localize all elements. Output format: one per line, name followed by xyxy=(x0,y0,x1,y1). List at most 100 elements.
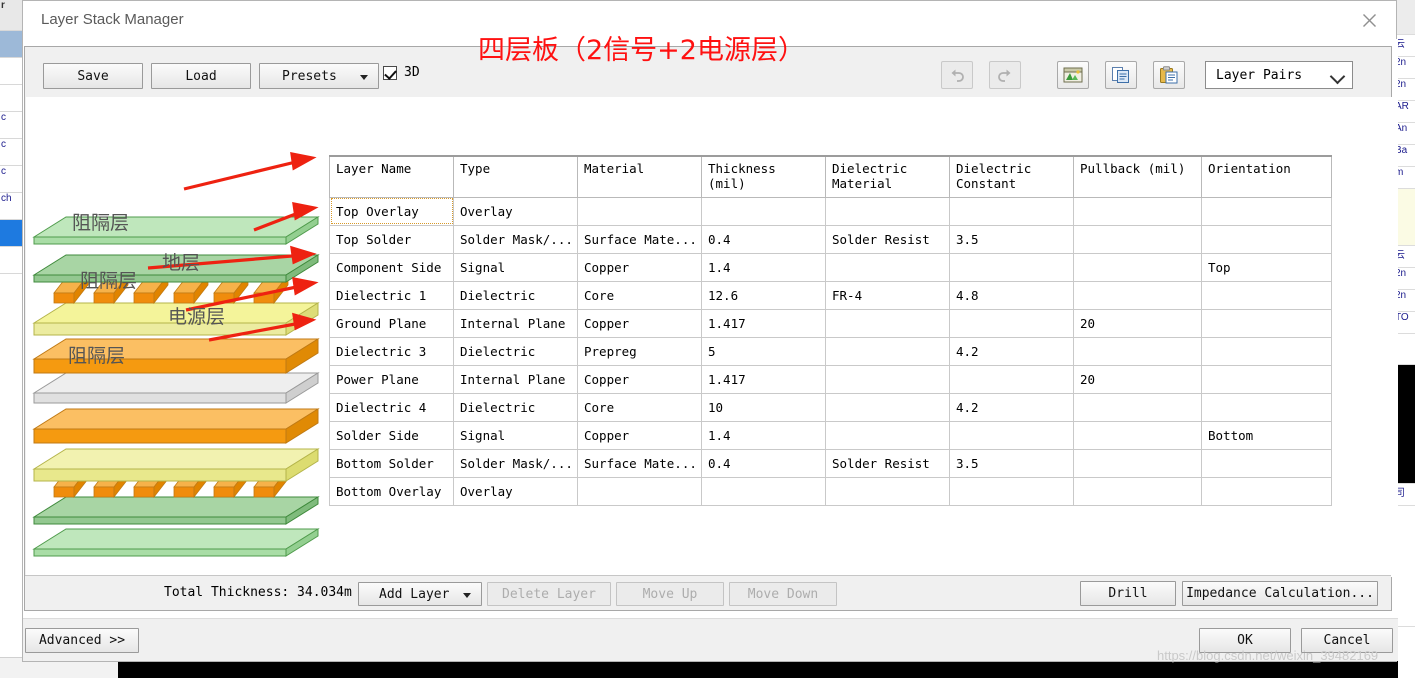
paste-icon[interactable] xyxy=(1153,61,1185,89)
cell-name[interactable]: Dielectric 1 xyxy=(329,280,454,310)
cell-diel_constant[interactable]: 4.2 xyxy=(949,336,1074,366)
cell-type[interactable]: Internal Plane xyxy=(453,364,578,394)
cell-orientation[interactable]: Bottom xyxy=(1201,420,1332,450)
cell-type[interactable]: Solder Mask/... xyxy=(453,224,578,254)
cell-name[interactable]: Dielectric 4 xyxy=(329,392,454,422)
column-header-layer-name[interactable]: Layer Name xyxy=(329,155,454,198)
table-row[interactable]: Top Overlay Overlay xyxy=(329,196,1332,226)
cell-diel_constant[interactable]: 3.5 xyxy=(949,224,1074,254)
cell-diel_material[interactable]: Solder Resist xyxy=(825,448,950,478)
cell-pullback[interactable] xyxy=(1073,280,1202,310)
cell-orientation[interactable] xyxy=(1201,196,1332,226)
cell-type[interactable]: Overlay xyxy=(453,196,578,226)
cell-type[interactable]: Solder Mask/... xyxy=(453,448,578,478)
cancel-button[interactable]: Cancel xyxy=(1301,628,1393,653)
cell-material[interactable]: Copper xyxy=(577,364,702,394)
cell-diel_material[interactable]: Solder Resist xyxy=(825,224,950,254)
cell-diel_constant[interactable]: 4.2 xyxy=(949,392,1074,422)
cell-name[interactable]: Dielectric 3 xyxy=(329,336,454,366)
cell-type[interactable]: Internal Plane xyxy=(453,308,578,338)
cell-diel_constant[interactable]: 4.8 xyxy=(949,280,1074,310)
cell-diel_material[interactable] xyxy=(825,420,950,450)
cell-thickness[interactable]: 1.417 xyxy=(701,308,826,338)
cell-type[interactable]: Dielectric xyxy=(453,280,578,310)
cell-orientation[interactable] xyxy=(1201,336,1332,366)
cell-pullback[interactable] xyxy=(1073,224,1202,254)
cell-material[interactable] xyxy=(577,476,702,506)
cell-name[interactable]: Ground Plane xyxy=(329,308,454,338)
cell-pullback[interactable] xyxy=(1073,476,1202,506)
cell-thickness[interactable] xyxy=(701,196,826,226)
cell-diel_constant[interactable] xyxy=(949,252,1074,282)
cell-name[interactable]: Top Overlay xyxy=(329,196,454,226)
cell-pullback[interactable] xyxy=(1073,196,1202,226)
drill-button[interactable]: Drill xyxy=(1080,581,1176,606)
table-row[interactable]: Bottom Solder Solder Mask/... Surface Mate… xyxy=(329,448,1332,478)
copy-icon[interactable] xyxy=(1105,61,1137,89)
cell-thickness[interactable]: 1.4 xyxy=(701,420,826,450)
cell-name[interactable]: Power Plane xyxy=(329,364,454,394)
cell-type[interactable]: Dielectric xyxy=(453,336,578,366)
table-row[interactable]: Top Solder Solder Mask/... Surface Mate...… xyxy=(329,224,1332,254)
cell-diel_constant[interactable] xyxy=(949,420,1074,450)
cell-thickness[interactable]: 12.6 xyxy=(701,280,826,310)
cell-pullback[interactable] xyxy=(1073,336,1202,366)
cell-orientation[interactable] xyxy=(1201,364,1332,394)
cell-name[interactable]: Component Side xyxy=(329,252,454,282)
cell-diel_constant[interactable]: 3.5 xyxy=(949,448,1074,478)
layer-table-container[interactable]: Layer Name Type Material Thickness (mil)… xyxy=(328,97,1392,577)
cell-name[interactable]: Solder Side xyxy=(329,420,454,450)
cell-diel_material[interactable] xyxy=(825,196,950,226)
column-header-thickness[interactable]: Thickness (mil) xyxy=(701,155,826,198)
stack-3d-preview[interactable]: 阻隔层 地层 阻隔层 电源层 阻隔层 xyxy=(26,97,329,577)
cell-orientation[interactable] xyxy=(1201,224,1332,254)
cell-material[interactable]: Surface Mate... xyxy=(577,224,702,254)
cell-pullback[interactable] xyxy=(1073,252,1202,282)
table-row[interactable]: Component Side Signal Copper 1.4 Top xyxy=(329,252,1332,282)
cell-pullback[interactable] xyxy=(1073,392,1202,422)
cell-name[interactable]: Bottom Overlay xyxy=(329,476,454,506)
cell-thickness[interactable]: 0.4 xyxy=(701,448,826,478)
column-header-material[interactable]: Material xyxy=(577,155,702,198)
cell-thickness[interactable]: 10 xyxy=(701,392,826,422)
cell-name[interactable]: Bottom Solder xyxy=(329,448,454,478)
advanced-button[interactable]: Advanced >> xyxy=(25,628,139,653)
cell-orientation[interactable]: Top xyxy=(1201,252,1332,282)
undo-icon[interactable] xyxy=(941,61,973,89)
cell-diel_constant[interactable] xyxy=(949,308,1074,338)
table-row[interactable]: Dielectric 3 Dielectric Prepreg 5 4.2 xyxy=(329,336,1332,366)
cell-pullback[interactable] xyxy=(1073,448,1202,478)
ok-button[interactable]: OK xyxy=(1199,628,1291,653)
cell-pullback[interactable]: 20 xyxy=(1073,364,1202,394)
cell-diel_material[interactable] xyxy=(825,252,950,282)
cell-thickness[interactable] xyxy=(701,476,826,506)
cell-diel_material[interactable] xyxy=(825,308,950,338)
import-image-icon[interactable] xyxy=(1057,61,1089,89)
cell-thickness[interactable]: 5 xyxy=(701,336,826,366)
cell-material[interactable]: Core xyxy=(577,392,702,422)
cell-diel_material[interactable] xyxy=(825,392,950,422)
checkbox-3d[interactable]: 3D xyxy=(383,65,420,80)
cell-material[interactable]: Copper xyxy=(577,420,702,450)
column-header-pullback[interactable]: Pullback (mil) xyxy=(1073,155,1202,198)
cell-material[interactable]: Core xyxy=(577,280,702,310)
cell-diel_constant[interactable] xyxy=(949,364,1074,394)
cell-thickness[interactable]: 1.417 xyxy=(701,364,826,394)
cell-orientation[interactable] xyxy=(1201,476,1332,506)
cell-pullback[interactable]: 20 xyxy=(1073,308,1202,338)
cell-type[interactable]: Signal xyxy=(453,420,578,450)
cell-orientation[interactable] xyxy=(1201,448,1332,478)
presets-button[interactable]: Presets xyxy=(259,63,379,89)
table-row[interactable]: Dielectric 1 Dielectric Core 12.6 FR-4 4.8 xyxy=(329,280,1332,310)
cell-diel_constant[interactable] xyxy=(949,476,1074,506)
load-button[interactable]: Load xyxy=(151,63,251,89)
cell-type[interactable]: Signal xyxy=(453,252,578,282)
table-row[interactable]: Bottom Overlay Overlay xyxy=(329,476,1332,506)
cell-thickness[interactable]: 1.4 xyxy=(701,252,826,282)
table-row[interactable]: Ground Plane Internal Plane Copper 1.417 20 xyxy=(329,308,1332,338)
column-header-orientation[interactable]: Orientation xyxy=(1201,155,1332,198)
column-header-dielectric-constant[interactable]: Dielectric Constant xyxy=(949,155,1074,198)
cell-name[interactable]: Top Solder xyxy=(329,224,454,254)
cell-diel_material[interactable] xyxy=(825,476,950,506)
cell-diel_material[interactable]: FR-4 xyxy=(825,280,950,310)
